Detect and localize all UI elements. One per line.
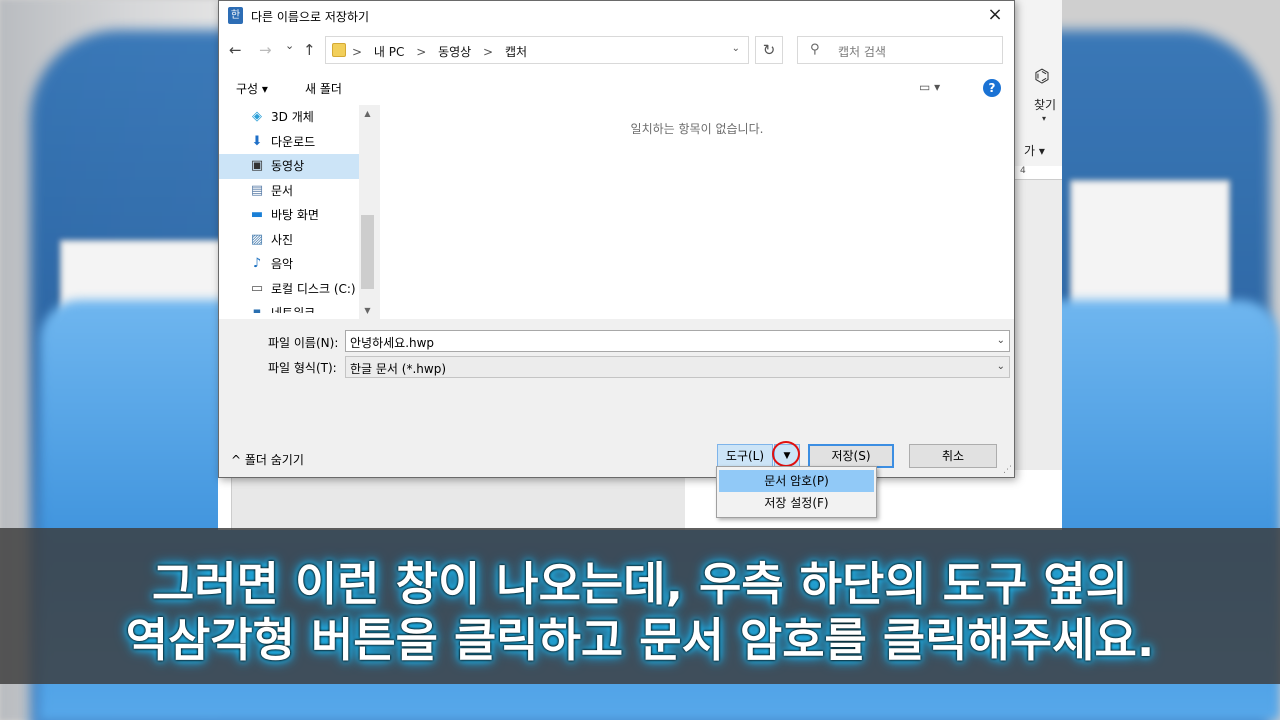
sidebar-item-label: 음악 (271, 257, 294, 271)
breadcrumb-item[interactable]: 동영상 (438, 45, 471, 59)
organize-menu-button[interactable]: 구성 ▾ (236, 80, 268, 97)
sidebar-item[interactable]: ⬇ 다운로드 (219, 130, 376, 155)
filetype-label: 파일 형식(T): (268, 361, 337, 375)
sidebar-item[interactable]: ▤ 문서 (219, 179, 376, 204)
search-icon: ⚲ (810, 42, 820, 57)
search-input[interactable]: ⚲ 캡처 검색 (797, 36, 1003, 64)
sidebar-item-label: 사진 (271, 232, 294, 247)
breadcrumb-item[interactable]: 캡처 (505, 45, 527, 59)
scroll-down-icon[interactable]: ▼ (359, 302, 376, 319)
filetype-value: 한글 문서 (*.hwp) (350, 362, 447, 376)
filetype-dropdown-icon[interactable]: ⌄ (997, 361, 1005, 372)
caption-line-2: 역삼각형 버튼을 클릭하고 문서 암호를 클릭해주세요. (125, 613, 1155, 667)
disk-icon: ▭ (250, 280, 264, 296)
sidebar-item[interactable]: ◈ 3D 개체 (219, 105, 376, 130)
sidebar-item-label: 3D 개체 (271, 110, 314, 124)
address-row: ← → ⌄ ↑ > 내 PC > 동영상 > 캡처 ⌄ ↻ ⚲ 캡처 검색 (219, 31, 1014, 71)
save-button[interactable]: 저장(S) (808, 444, 894, 468)
dialog-toolbar: 구성 ▾ 새 폴더 ▭ ▾ ? (219, 71, 1014, 105)
music-icon: ♪ (252, 256, 262, 271)
picture-icon: ▨ (250, 231, 264, 247)
forward-arrow-icon[interactable]: → (259, 41, 272, 59)
hangul-app-icon: 한 (228, 7, 243, 24)
help-icon[interactable]: ? (983, 79, 1001, 97)
filetype-select[interactable]: 한글 문서 (*.hwp) ⌄ (345, 356, 1010, 378)
editor-gray-area (218, 470, 685, 530)
breadcrumb-item[interactable]: 내 PC (374, 45, 404, 59)
ruler-mark: 4 (1020, 166, 1026, 176)
scroll-thumb[interactable] (361, 215, 374, 289)
folder-icon (332, 43, 346, 57)
desktop-icon: ▬ (250, 207, 264, 222)
binoculars-icon[interactable]: ⌬ (1034, 66, 1050, 87)
find-label[interactable]: 찾기 (1034, 96, 1056, 113)
cancel-button[interactable]: 취소 (909, 444, 997, 468)
sidebar-item[interactable]: ▬ 바탕 화면 (219, 203, 376, 228)
font-button[interactable]: 가 ▾ (1024, 142, 1045, 159)
navigation-list: ◈ 3D 개체 ⬇ 다운로드 ▣ 동영상 ▤ 문서 ▬ 바탕 화면 ▨ 사진 ♪ 음악 ▭ 로컬 디스크 (C… (219, 105, 376, 313)
close-button[interactable]: × (984, 4, 1006, 26)
highlight-circle (772, 441, 800, 467)
address-bar[interactable]: > 내 PC > 동영상 > 캡처 ⌄ (325, 36, 749, 64)
view-options-icon[interactable]: ▭ ▾ (919, 80, 940, 94)
recent-locations-icon[interactable]: ⌄ (285, 39, 294, 52)
network-icon: ▪ (252, 305, 262, 314)
scroll-up-icon[interactable]: ▲ (359, 105, 376, 122)
breadcrumb-separator: > (352, 45, 363, 59)
sidebar-item-label: 로컬 디스크 (C:) (271, 281, 356, 296)
video-icon: ▣ (250, 158, 264, 173)
search-placeholder: 캡처 검색 (838, 45, 886, 59)
cube-icon: ◈ (252, 109, 262, 124)
tools-menu: 문서 암호(P) 저장 설정(F) (716, 466, 877, 518)
editor-left-ruler (218, 470, 232, 530)
filename-field[interactable]: 안녕하세요.hwp ⌄ (345, 330, 1010, 352)
sidebar-item[interactable]: ▣ 동영상 (219, 154, 359, 179)
resize-grip-icon[interactable]: ⋰ (1003, 465, 1012, 475)
menu-item-save-settings[interactable]: 저장 설정(F) (719, 492, 874, 514)
find-arrow-icon[interactable]: ▾ (1042, 114, 1046, 123)
sidebar-item[interactable]: ▨ 사진 (219, 228, 376, 253)
download-icon: ⬇ (251, 133, 263, 149)
address-dropdown-icon[interactable]: ⌄ (732, 43, 740, 54)
filename-label: 파일 이름(N): (268, 336, 339, 350)
new-folder-button[interactable]: 새 폴더 (305, 80, 342, 97)
sidebar-item[interactable]: ▭ 로컬 디스크 (C:) (219, 277, 376, 302)
back-arrow-icon[interactable]: ← (229, 41, 242, 59)
hide-folders-button[interactable]: ^ 폴더 숨기기 (231, 451, 304, 468)
navigation-scrollbar[interactable]: ▲ ▼ (359, 105, 376, 319)
breadcrumb-separator: > (483, 45, 494, 59)
dialog-title: 다른 이름으로 저장하기 (251, 10, 370, 24)
sidebar-item-label: 동영상 (271, 159, 305, 173)
document-icon: ▤ (250, 182, 264, 198)
sidebar-item[interactable]: ♪ 음악 (219, 252, 376, 277)
menu-item-document-password[interactable]: 문서 암호(P) (719, 470, 874, 492)
filename-dropdown-icon[interactable]: ⌄ (997, 335, 1005, 346)
dialog-titlebar: 한 다른 이름으로 저장하기 × (219, 1, 1014, 31)
file-list-area[interactable]: 일치하는 항목이 없습니다. (380, 105, 1014, 319)
sidebar-item-label: 문서 (271, 183, 294, 198)
up-arrow-icon[interactable]: ↑ (303, 41, 316, 59)
tools-button[interactable]: 도구(L) (717, 444, 773, 468)
breadcrumb-separator: > (416, 45, 427, 59)
sidebar-item[interactable]: ▪ 네트워크 (219, 301, 376, 314)
sidebar-item-label: 바탕 화면 (271, 208, 319, 222)
refresh-icon[interactable]: ↻ (755, 36, 783, 64)
editor-ruler: 4 (1014, 166, 1062, 180)
empty-message: 일치하는 항목이 없습니다. (630, 122, 764, 136)
sidebar-item-label: 다운로드 (271, 134, 316, 149)
breadcrumb: > 내 PC > 동영상 > 캡처 (352, 43, 535, 60)
sidebar-item-label: 네트워크 (271, 306, 316, 313)
filename-value: 안녕하세요.hwp (350, 336, 435, 350)
save-as-dialog: 한 다른 이름으로 저장하기 × ← → ⌄ ↑ > 내 PC > 동영상 > … (218, 0, 1015, 478)
navigation-pane: ◈ 3D 개체 ⬇ 다운로드 ▣ 동영상 ▤ 문서 ▬ 바탕 화면 ▨ 사진 ♪ 음악 ▭ 로컬 디스크 (C… (219, 105, 376, 319)
